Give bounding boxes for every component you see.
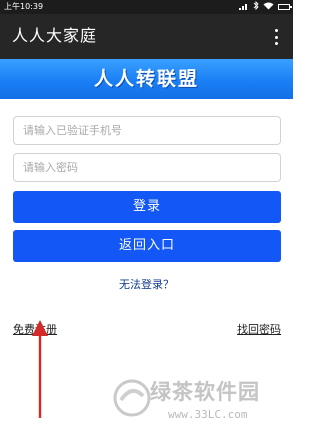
password-field[interactable] [13,153,281,182]
watermark-logo-icon [113,379,151,417]
signal-icon [239,2,249,13]
watermark-text: 绿茶软件园 [150,380,260,404]
back-to-entry-button[interactable]: 返回入口 [13,230,281,262]
phone-field[interactable] [13,116,281,145]
status-time: 上午10:39 [4,2,44,11]
watermark-url: www.33LC.com [168,408,248,421]
status-icons [239,0,292,13]
watermark: 绿茶软件园 www.33LC.com [112,374,288,436]
banner-title: 人人转联盟 [93,68,199,90]
banner: 人人转联盟 [0,59,293,99]
password-input[interactable] [14,154,280,181]
app-bar: 人人大家庭 [0,14,293,59]
app-title: 人人大家庭 [12,26,98,45]
wifi-icon [263,2,274,13]
more-vert-icon[interactable] [273,29,279,45]
status-bar: 上午10:39 [0,0,293,14]
red-arrow-annotation [32,320,48,418]
recover-password-link[interactable]: 找回密码 [237,321,281,337]
battery-icon [278,4,292,10]
phone-input[interactable] [14,117,280,144]
bluetooth-icon [253,0,259,13]
login-button[interactable]: 登录 [13,191,281,223]
cannot-login-link[interactable]: 无法登录？ [0,276,293,292]
